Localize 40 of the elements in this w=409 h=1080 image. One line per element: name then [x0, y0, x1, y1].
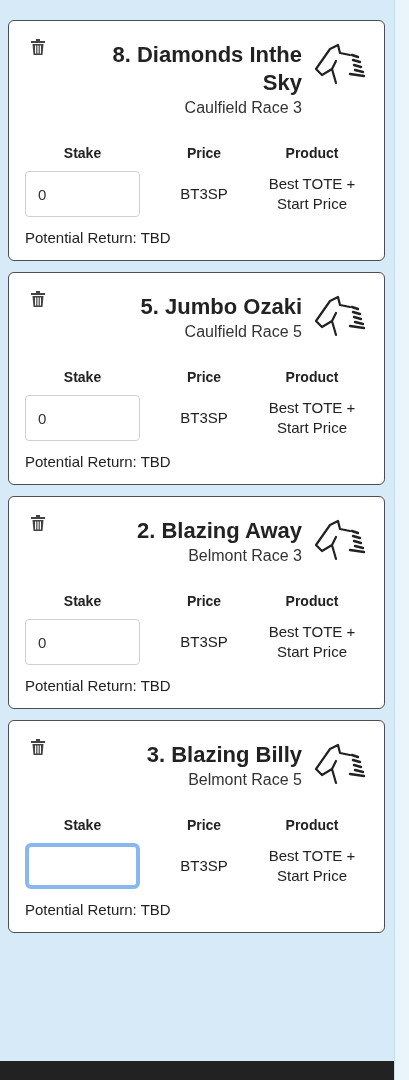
stake-field[interactable]: 0 — [25, 395, 140, 441]
race-name: Belmont Race 3 — [188, 547, 302, 565]
stake-field[interactable] — [25, 843, 140, 889]
trash-icon[interactable] — [31, 291, 45, 307]
product-cell-text: Best TOTE + Start Price — [267, 398, 357, 438]
column-header: Price — [185, 593, 223, 609]
runner-title: 3. Blazing Billy — [146, 741, 302, 769]
trash-icon[interactable] — [31, 739, 45, 755]
column-header: Stake — [62, 593, 103, 609]
column-header: Product — [284, 817, 340, 833]
race-name: Caulfield Race 5 — [184, 323, 302, 341]
race-name: Belmont Race 5 — [188, 771, 302, 789]
stake-field[interactable]: 0 — [25, 171, 140, 217]
stake-field[interactable]: 0 — [25, 619, 140, 665]
runner-title: 5. Jumbo Ozaki — [140, 293, 302, 321]
runner-title: 2. Blazing Away — [136, 517, 302, 545]
trash-icon[interactable] — [31, 515, 45, 531]
product-cell-text: Best TOTE + Start Price — [267, 174, 357, 214]
potential-return: Potential Return: TBD — [25, 229, 171, 246]
column-header: Price — [185, 369, 223, 385]
trash-icon[interactable] — [31, 39, 45, 55]
runner-title: 8. Diamonds Inthe Sky — [111, 41, 302, 97]
price-cell-text: BT3SP — [179, 408, 229, 428]
product-cell-text: Best TOTE + Start Price — [267, 622, 357, 662]
potential-return: Potential Return: TBD — [25, 453, 171, 470]
column-header: Stake — [62, 369, 103, 385]
column-header: Price — [185, 817, 223, 833]
price-cell-text: BT3SP — [179, 632, 229, 652]
potential-return: Potential Return: TBD — [25, 677, 171, 694]
column-header: Stake — [62, 817, 103, 833]
potential-return: Potential Return: TBD — [25, 901, 171, 918]
column-header: Stake — [62, 145, 103, 161]
column-header: Product — [284, 593, 340, 609]
column-header: Product — [284, 369, 340, 385]
price-cell-text: BT3SP — [179, 184, 229, 204]
product-cell-text: Best TOTE + Start Price — [267, 846, 357, 886]
race-name: Caulfield Race 3 — [184, 99, 302, 117]
price-cell-text: BT3SP — [179, 856, 229, 876]
column-header: Product — [284, 145, 340, 161]
column-header: Price — [185, 145, 223, 161]
